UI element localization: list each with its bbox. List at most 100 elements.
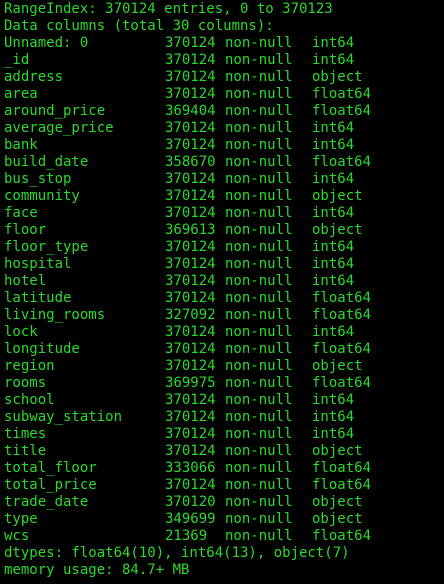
non-null-count: 370124: [165, 35, 216, 51]
column-info-row: total_price 370124 non-null float64: [4, 477, 444, 494]
column-info-row: address 370124 non-null object: [4, 69, 444, 86]
dtype-label: float64: [312, 341, 372, 357]
column-info-row: floor_type 370124 non-null int64: [4, 239, 444, 256]
dtype-label: int64: [312, 256, 355, 272]
non-null-count: 370120: [165, 494, 216, 510]
column-info-row: floor 369613 non-null object: [4, 222, 444, 239]
nullability-label: non-null: [225, 222, 293, 238]
column-name: Unnamed: 0: [4, 35, 89, 51]
nullability-label: non-null: [225, 443, 293, 459]
nullability-label: non-null: [225, 460, 293, 476]
column-name: lock: [4, 324, 38, 340]
column-name: _id: [4, 52, 30, 68]
dtype-label: int64: [312, 120, 355, 136]
dtype-label: int64: [312, 35, 355, 51]
non-null-count: 370124: [165, 120, 216, 136]
column-info-row: area 370124 non-null float64: [4, 86, 444, 103]
nullability-label: non-null: [225, 307, 293, 323]
nullability-label: non-null: [225, 273, 293, 289]
column-name: floor: [4, 222, 47, 238]
column-info-row: type 349699 non-null object: [4, 511, 444, 528]
nullability-label: non-null: [225, 426, 293, 442]
column-info-row: rooms 369975 non-null float64: [4, 375, 444, 392]
column-name: total_price: [4, 477, 97, 493]
non-null-count: 370124: [165, 290, 216, 306]
nullability-label: non-null: [225, 137, 293, 153]
column-name: area: [4, 86, 38, 102]
dtype-label: object: [312, 69, 363, 85]
nullability-label: non-null: [225, 120, 293, 136]
nullability-label: non-null: [225, 392, 293, 408]
column-name: bus_stop: [4, 171, 72, 187]
column-name: community: [4, 188, 80, 204]
non-null-count: 333066: [165, 460, 216, 476]
column-info-row: Unnamed: 0 370124 non-null int64: [4, 35, 444, 52]
memory-usage-line: memory usage: 84.7+ MB: [4, 562, 190, 578]
column-info-row: living_rooms 327092 non-null float64: [4, 307, 444, 324]
dtype-label: object: [312, 188, 363, 204]
column-name: trade_date: [4, 494, 89, 510]
nullability-label: non-null: [225, 205, 293, 221]
nullability-label: non-null: [225, 528, 293, 544]
nullability-label: non-null: [225, 290, 293, 306]
column-info-row: bus_stop 370124 non-null int64: [4, 171, 444, 188]
nullability-label: non-null: [225, 86, 293, 102]
non-null-count: 370124: [165, 205, 216, 221]
nullability-label: non-null: [225, 52, 293, 68]
column-name: region: [4, 358, 55, 374]
column-info-row: hotel 370124 non-null int64: [4, 273, 444, 290]
non-null-count: 370124: [165, 443, 216, 459]
dtype-label: float64: [312, 375, 372, 391]
non-null-count: 370124: [165, 256, 216, 272]
non-null-count: 369404: [165, 103, 216, 119]
non-null-count: 370124: [165, 426, 216, 442]
column-name: longitude: [4, 341, 80, 357]
column-name: face: [4, 205, 38, 221]
non-null-count: 370124: [165, 273, 216, 289]
column-name: living_rooms: [4, 307, 106, 323]
dtype-label: object: [312, 222, 363, 238]
non-null-count: 327092: [165, 307, 216, 323]
dtype-label: object: [312, 494, 363, 510]
column-name: bank: [4, 137, 38, 153]
dtypes-line: dtypes: float64(10), int64(13), object(7…: [4, 545, 350, 561]
column-info-row: subway_station 370124 non-null int64: [4, 409, 444, 426]
dtype-label: object: [312, 511, 363, 527]
column-info-row: trade_date 370120 non-null object: [4, 494, 444, 511]
non-null-count: 370124: [165, 409, 216, 425]
column-name: type: [4, 511, 38, 527]
non-null-count: 370124: [165, 171, 216, 187]
column-info-list: Unnamed: 0 370124 non-null int64 _id 370124 no…: [4, 35, 444, 545]
dtype-label: int64: [312, 426, 355, 442]
dtype-label: float64: [312, 528, 372, 544]
column-name: around_price: [4, 103, 106, 119]
dtype-label: int64: [312, 205, 355, 221]
nullability-label: non-null: [225, 494, 293, 510]
dtype-label: float64: [312, 477, 372, 493]
non-null-count: 358670: [165, 154, 216, 170]
nullability-label: non-null: [225, 188, 293, 204]
dtype-label: int64: [312, 409, 355, 425]
column-info-row: hospital 370124 non-null int64: [4, 256, 444, 273]
dtype-label: int64: [312, 171, 355, 187]
non-null-count: 370124: [165, 52, 216, 68]
column-name: total_floor: [4, 460, 97, 476]
nullability-label: non-null: [225, 154, 293, 170]
non-null-count: 21369: [165, 528, 208, 544]
non-null-count: 370124: [165, 137, 216, 153]
dtype-label: float64: [312, 290, 372, 306]
nullability-label: non-null: [225, 375, 293, 391]
column-name: school: [4, 392, 55, 408]
non-null-count: 370124: [165, 477, 216, 493]
dtype-label: object: [312, 358, 363, 374]
dtype-label: float64: [312, 103, 372, 119]
nullability-label: non-null: [225, 409, 293, 425]
nullability-label: non-null: [225, 477, 293, 493]
column-info-row: latitude 370124 non-null float64: [4, 290, 444, 307]
terminal-window[interactable]: RangeIndex: 370124 entries, 0 to 370123 …: [0, 0, 444, 584]
column-info-row: _id 370124 non-null int64: [4, 52, 444, 69]
column-name: address: [4, 69, 64, 85]
column-info-row: face 370124 non-null int64: [4, 205, 444, 222]
range-index-line: RangeIndex: 370124 entries, 0 to 370123: [4, 1, 333, 17]
nullability-label: non-null: [225, 511, 293, 527]
